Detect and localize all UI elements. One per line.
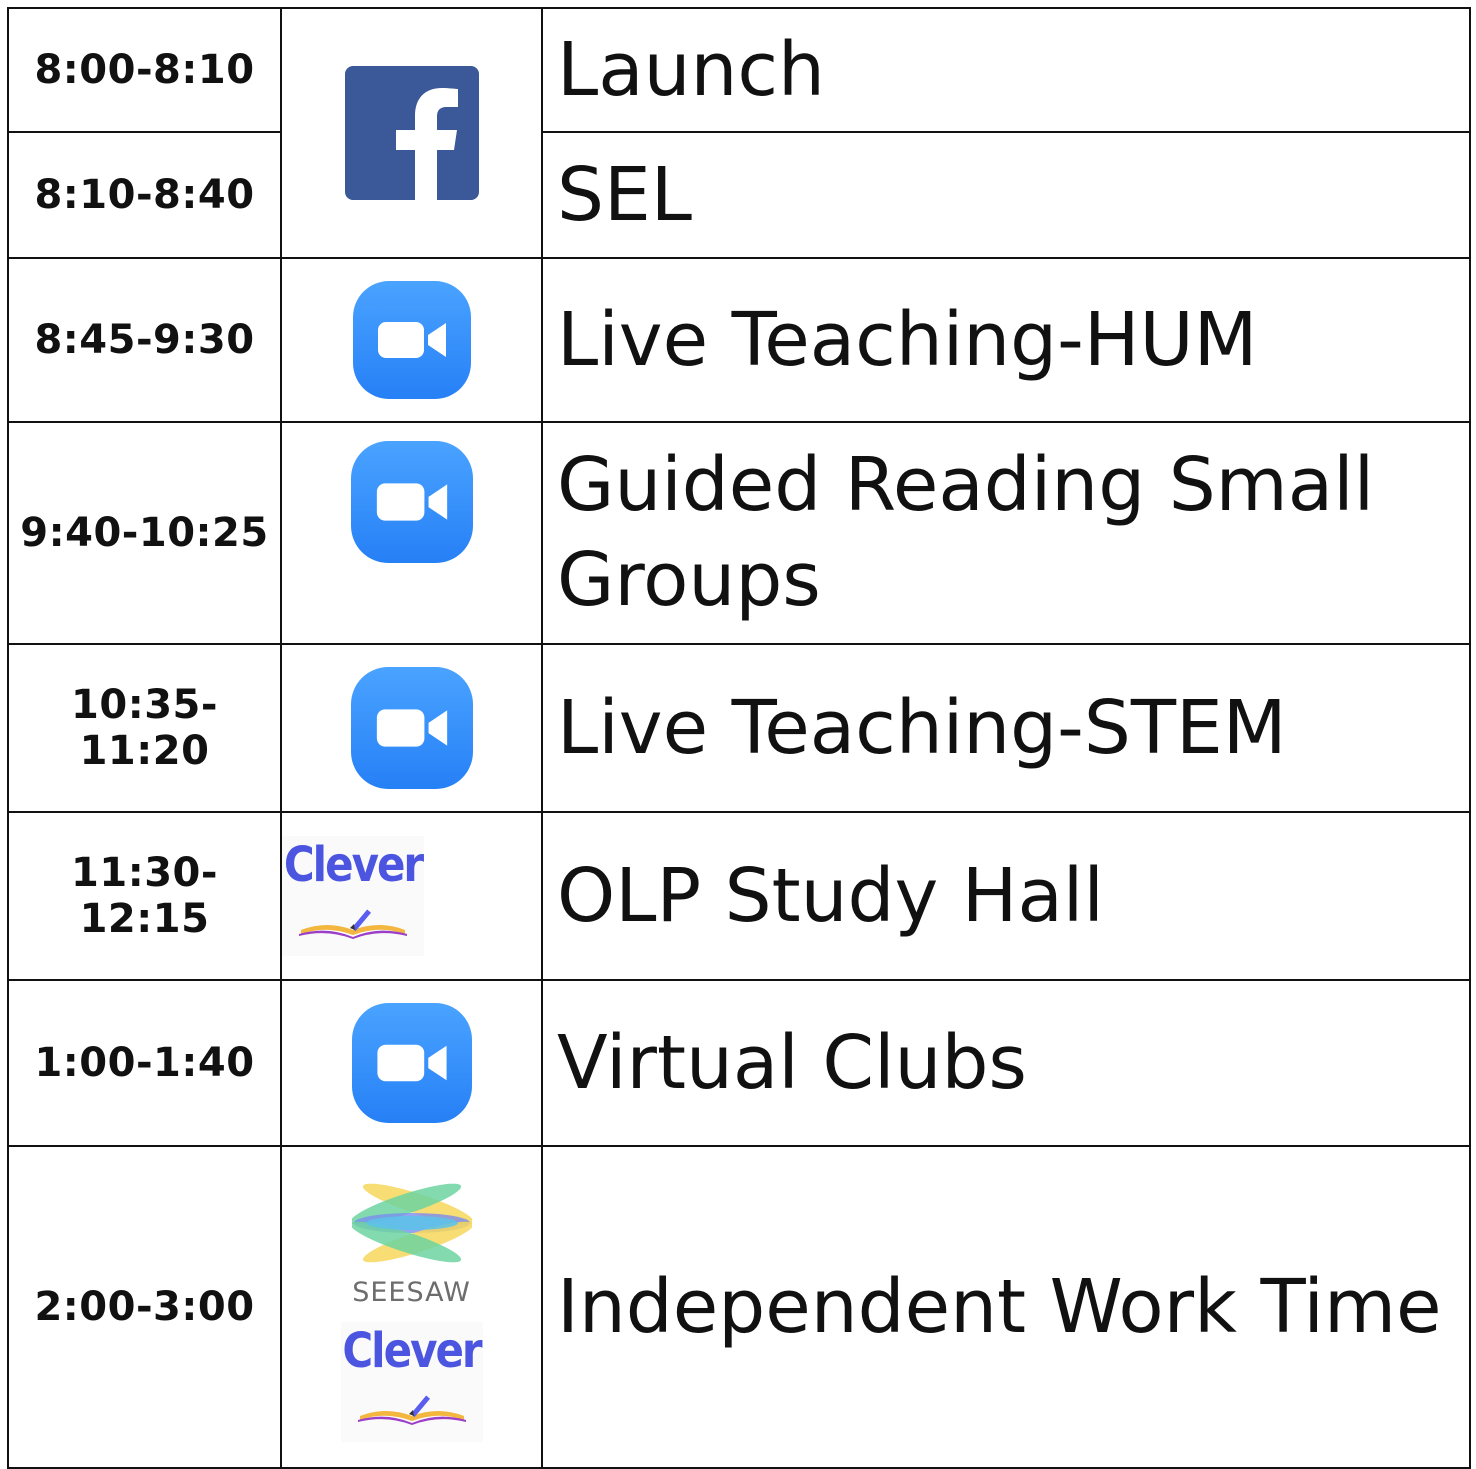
clever-icon[interactable]: Clever	[340, 1321, 483, 1442]
zoom-icon[interactable]	[352, 281, 471, 399]
time-slot: 1:00-1:40	[7, 979, 282, 1147]
schedule-row: 11:30-12:15 Clever OLP Study Hall	[7, 811, 1471, 981]
book-pencil-icon	[357, 1395, 466, 1425]
activity-label: Independent Work Time	[541, 1145, 1471, 1469]
app-icon-cell: Clever	[280, 811, 543, 981]
time-slot: 9:40-10:25	[7, 421, 282, 645]
clever-icon[interactable]: Clever	[282, 836, 424, 956]
clever-wordmark: Clever	[283, 836, 424, 893]
app-icon-cell: SEESAW Clever	[280, 1145, 543, 1469]
zoom-icon[interactable]	[351, 1003, 472, 1123]
seesaw-icon[interactable]: SEESAW	[351, 1173, 472, 1308]
time-slot: 10:35-11:20	[7, 643, 282, 813]
facebook-icon[interactable]	[344, 66, 479, 200]
seesaw-wordmark: SEESAW	[352, 1276, 471, 1308]
book-pencil-icon	[299, 909, 407, 939]
schedule-row: 8:00-8:10 Launch	[7, 7, 1471, 259]
activity-label: Live Teaching-HUM	[541, 257, 1471, 423]
zoom-icon[interactable]	[350, 441, 473, 563]
activity-label: Guided Reading Small Groups	[541, 421, 1471, 645]
clever-wordmark: Clever	[342, 1321, 482, 1379]
activity-label: Launch	[541, 7, 1471, 133]
schedule-row: 8:45-9:30 Live Teaching-HUM	[7, 257, 1471, 423]
seesaw-logo-mark	[351, 1183, 472, 1262]
schedule-table: 8:00-8:10 Launch 8:10-8:40 SEL 8:45-9:30	[7, 7, 1471, 1469]
activity-label: Virtual Clubs	[541, 979, 1471, 1147]
activity-label: OLP Study Hall	[541, 811, 1471, 981]
schedule-row: 1:00-1:40 Virtual Clubs	[7, 979, 1471, 1147]
schedule-row: 9:40-10:25 Guided Reading Small Groups	[7, 421, 1471, 645]
time-slot: 8:10-8:40	[7, 131, 282, 259]
time-slot: 8:45-9:30	[7, 257, 282, 423]
time-slot: 8:00-8:10	[7, 7, 282, 133]
app-icon-cell	[280, 979, 543, 1147]
schedule-row: 10:35-11:20 Live Teaching-STEM	[7, 643, 1471, 813]
app-icon-cell	[280, 643, 543, 813]
app-icon-cell	[280, 7, 543, 259]
app-icon-cell	[280, 257, 543, 423]
zoom-icon[interactable]	[350, 667, 473, 789]
schedule-row: 8:10-8:40 SEL	[7, 131, 1471, 259]
time-slot: 11:30-12:15	[7, 811, 282, 981]
schedule-row: 2:00-3:00 SEESAW Clever Independent Work…	[7, 1145, 1471, 1469]
activity-label: Live Teaching-STEM	[541, 643, 1471, 813]
app-icon-cell	[280, 421, 543, 645]
activity-label: SEL	[541, 131, 1471, 259]
time-slot: 2:00-3:00	[7, 1145, 282, 1469]
